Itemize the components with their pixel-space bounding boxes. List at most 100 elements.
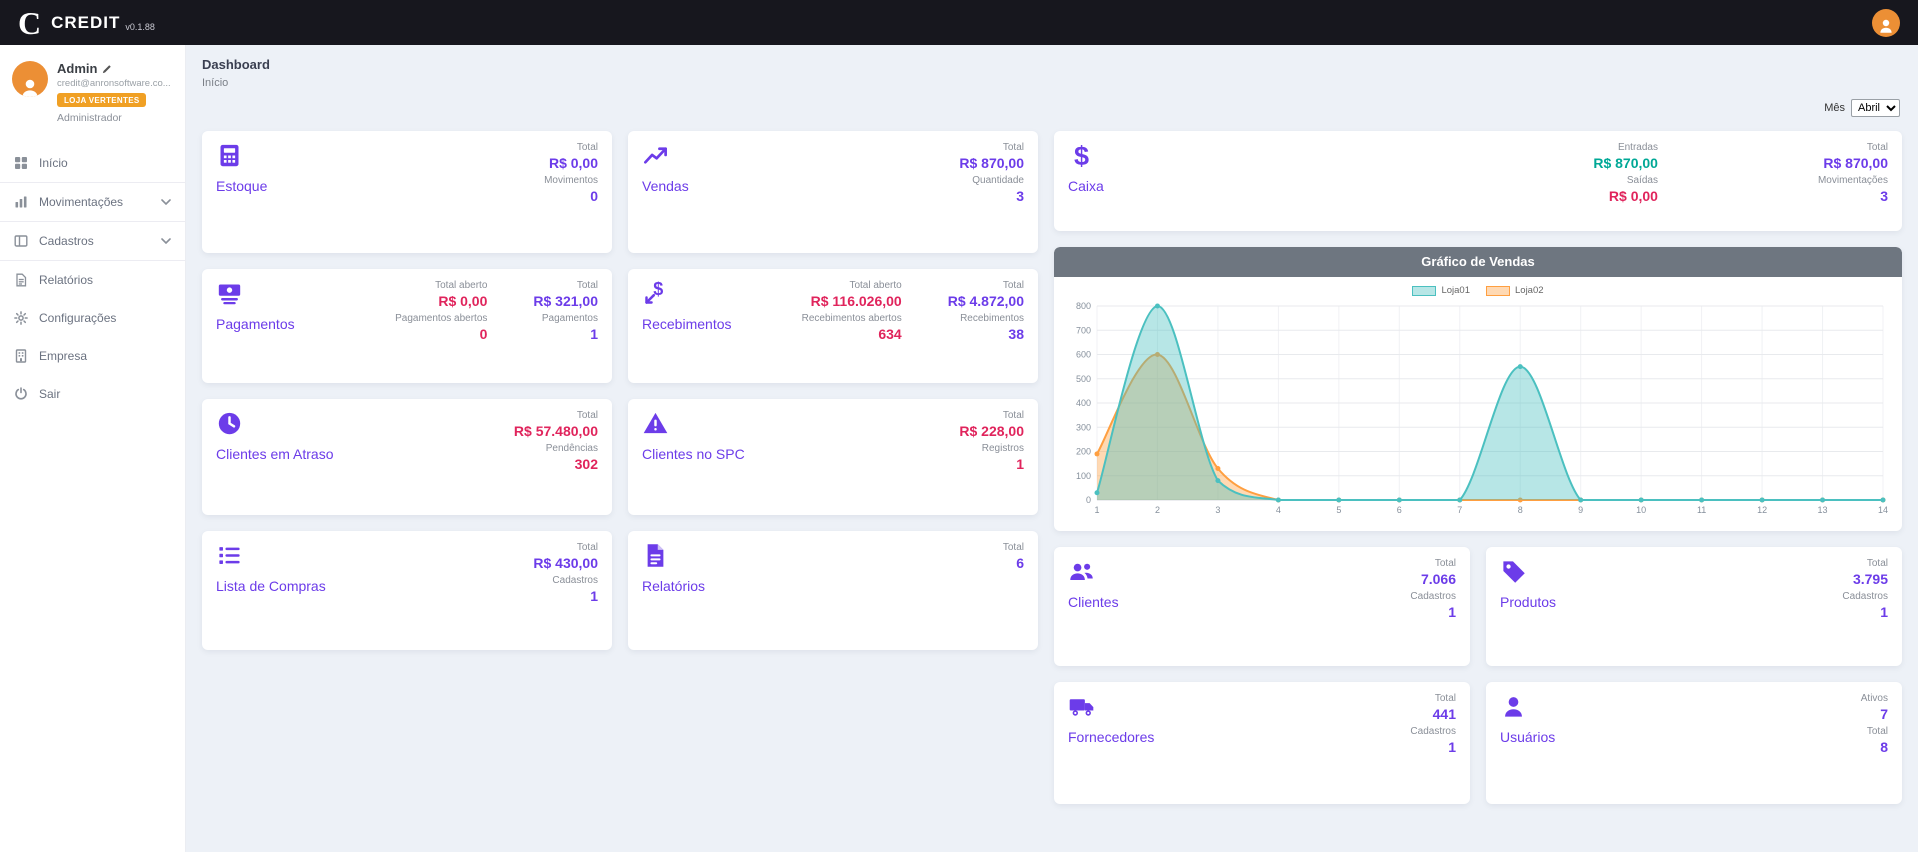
banknotes-icon (216, 280, 243, 307)
legend-item[interactable]: Loja01 (1412, 285, 1470, 296)
stat-value: 3.795 (1853, 571, 1888, 589)
stat-label: Recebimentos abertos (802, 313, 902, 324)
card-title[interactable]: Lista de Compras (216, 578, 326, 594)
stat-value: 3 (1880, 188, 1888, 206)
chart-line-icon (642, 142, 669, 169)
svg-text:$: $ (1074, 142, 1089, 169)
profile-email: credit@anronsoftware.co... (57, 78, 171, 89)
svg-text:1: 1 (1094, 505, 1099, 515)
sidebar-item-cadastros[interactable]: Cadastros (0, 222, 185, 261)
sidebar-item-label: Sair (39, 387, 60, 401)
sidebar-item-label: Cadastros (39, 234, 94, 248)
card-clientes-em-atraso: Clientes em Atraso Total R$ 57.480,00 Pe… (202, 399, 612, 515)
svg-text:400: 400 (1076, 398, 1091, 408)
tag-icon (1500, 558, 1527, 585)
card-title[interactable]: Recebimentos (642, 316, 732, 332)
stat-label: Pendências (546, 443, 598, 454)
stat-value: 1 (590, 326, 598, 344)
registers-icon (14, 234, 28, 248)
stat-value: R$ 870,00 (1593, 155, 1658, 173)
reports-icon (14, 273, 28, 287)
truck-icon (1068, 693, 1095, 720)
card-title[interactable]: Vendas (642, 178, 689, 194)
stat-label: Total (1867, 726, 1888, 737)
card-title[interactable]: Fornecedores (1068, 729, 1154, 745)
sidebar-item-relatorios[interactable]: Relatórios (0, 261, 185, 299)
card-usuarios: Usuários Ativos 7 Total 8 (1486, 682, 1902, 804)
svg-text:4: 4 (1276, 505, 1281, 515)
sales-chart: 0100200300400500600700800123456789101112… (1063, 298, 1893, 520)
stat-label: Cadastros (1842, 591, 1888, 602)
stat-label: Total (1003, 410, 1024, 421)
calculator-icon (216, 142, 243, 169)
card-title[interactable]: Clientes no SPC (642, 446, 745, 462)
stat-value: 441 (1433, 706, 1456, 724)
user-avatar[interactable] (1872, 9, 1900, 37)
stat-label: Quantidade (972, 175, 1024, 186)
stat-label: Total (1435, 558, 1456, 569)
svg-text:2: 2 (1155, 505, 1160, 515)
store-badge: LOJA VERTENTES (57, 93, 146, 107)
stat-value: 1 (1448, 739, 1456, 757)
card-title[interactable]: Clientes em Atraso (216, 446, 334, 462)
home-grid-icon (14, 156, 28, 170)
card-title[interactable]: Estoque (216, 178, 267, 194)
stat-value: 38 (1008, 326, 1024, 344)
breadcrumb[interactable]: Início (202, 77, 1902, 89)
stat-label: Movimentações (1818, 175, 1888, 186)
stat-label: Total (577, 142, 598, 153)
sidebar-item-inicio[interactable]: Início (0, 144, 185, 182)
sidebar-item-configuracoes[interactable]: Configurações (0, 299, 185, 337)
chevron-down-icon (161, 199, 171, 205)
topbar: C CREDIT v0.1.88 (0, 0, 1918, 45)
card-title[interactable]: Usuários (1500, 729, 1555, 745)
sidebar-item-sair[interactable]: Sair (0, 375, 185, 413)
stat-label: Total (1867, 142, 1888, 153)
stat-value: R$ 116.026,00 (811, 293, 902, 311)
stat-value: 0 (480, 326, 488, 344)
month-select[interactable]: Abril (1851, 99, 1900, 117)
svg-text:11: 11 (1697, 505, 1706, 515)
svg-text:9: 9 (1578, 505, 1583, 515)
sidebar-item-label: Relatórios (39, 273, 93, 287)
svg-text:300: 300 (1076, 422, 1091, 432)
sidebar-item-label: Movimentações (39, 195, 123, 209)
card-recebimentos: $ Recebimentos Total aberto R$ 116.026,0… (628, 269, 1038, 383)
stat-value: R$ 870,00 (959, 155, 1024, 173)
month-label: Mês (1824, 102, 1845, 114)
card-title[interactable]: Clientes (1068, 594, 1119, 610)
stat-value: R$ 321,00 (533, 293, 598, 311)
stat-label: Entradas (1618, 142, 1658, 153)
card-produtos: Produtos Total 3.795 Cadastros 1 (1486, 547, 1902, 666)
brand-name: CREDIT (51, 13, 120, 33)
stat-value: 3 (1016, 188, 1024, 206)
stat-label: Movimentos (544, 175, 598, 186)
stat-label: Cadastros (1410, 726, 1456, 737)
stat-label: Total (1867, 558, 1888, 569)
card-title[interactable]: Produtos (1500, 594, 1556, 610)
svg-text:100: 100 (1076, 471, 1091, 481)
card-title[interactable]: Pagamentos (216, 316, 295, 332)
stat-label: Total aberto (435, 280, 487, 291)
profile-section: Admin credit@anronsoftware.co... LOJA VE… (0, 45, 185, 134)
stat-value: 7.066 (1421, 571, 1456, 589)
chevron-down-icon (161, 238, 171, 244)
svg-text:500: 500 (1076, 374, 1091, 384)
card-title[interactable]: Relatórios (642, 578, 705, 594)
legend-swatch (1412, 286, 1436, 296)
card-title[interactable]: Caixa (1068, 178, 1104, 194)
stat-value: 1 (590, 588, 598, 606)
card-clientes-no-spc: Clientes no SPC Total R$ 228,00 Registro… (628, 399, 1038, 515)
settings-icon (14, 311, 28, 325)
clock-icon (216, 410, 243, 437)
sidebar-item-empresa[interactable]: Empresa (0, 337, 185, 375)
movements-icon (14, 195, 28, 209)
legend-item[interactable]: Loja02 (1486, 285, 1544, 296)
sidebar-item-label: Configurações (39, 311, 116, 325)
legend-label: Loja01 (1441, 285, 1470, 296)
stat-label: Ativos (1861, 693, 1888, 704)
sidebar-item-movimentacoes[interactable]: Movimentações (0, 182, 185, 222)
card-lista-de-compras: Lista de Compras Total R$ 430,00 Cadastr… (202, 531, 612, 650)
stat-label: Total (1003, 142, 1024, 153)
edit-profile-icon[interactable] (102, 64, 112, 74)
